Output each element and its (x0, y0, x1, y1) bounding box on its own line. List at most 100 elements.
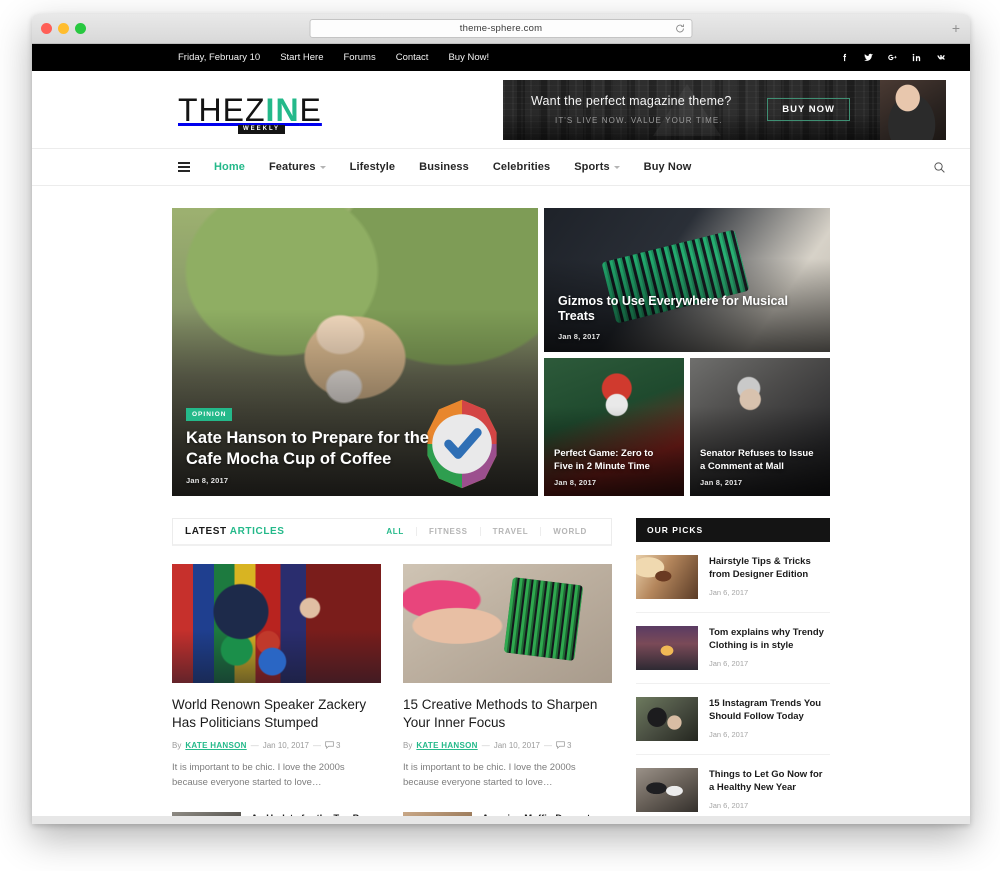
topbar-link-buy-now[interactable]: Buy Now! (448, 52, 489, 63)
nav-item-sports-label: Sports (574, 161, 610, 173)
hero-wide-title: Gizmos to Use Everywhere for Musical Tre… (558, 293, 788, 324)
logo-text-accent: IN (265, 91, 300, 128)
banner-ad[interactable]: Want the perfect magazine theme? IT'S LI… (503, 79, 946, 140)
nav-item-lifestyle-label: Lifestyle (349, 161, 396, 173)
logo-badge: WEEKLY (237, 124, 286, 134)
window-traffic-lights[interactable] (41, 23, 86, 34)
hero-wide-article[interactable]: Gizmos to Use Everywhere for Musical Tre… (544, 208, 830, 352)
sidebar-pick-thumb-3 (636, 697, 698, 741)
topbar-link-contact[interactable]: Contact (396, 52, 429, 63)
hero-featured-article[interactable]: OPINION Kate Hanson to Prepare for the C… (172, 208, 538, 496)
article-card-image-overlay (503, 576, 583, 661)
filter-world[interactable]: WORLD (540, 527, 599, 536)
minimize-window-button[interactable] (58, 23, 69, 34)
sidebar: OUR PICKS Hairstyle Tips & Tricks from D… (636, 518, 830, 824)
hero-featured-category-badge: OPINION (186, 408, 233, 422)
hero-featured-title: Kate Hanson to Prepare for the Cafe Moch… (186, 429, 429, 468)
hero-small-tiles: Perfect Game: Zero to Five in 2 Minute T… (544, 358, 830, 496)
hero-small-title-2: Senator Refuses to Issue a Comment at Ma… (700, 448, 814, 472)
category-filters[interactable]: ALL FITNESS TRAVEL WORLD (374, 527, 599, 536)
filter-all[interactable]: ALL (374, 527, 416, 536)
hero-small-article-2[interactable]: Senator Refuses to Issue a Comment at Ma… (690, 358, 830, 496)
banner-headline: Want the perfect magazine theme? (531, 93, 732, 108)
banner-model-photo (880, 79, 946, 140)
close-window-button[interactable] (41, 23, 52, 34)
address-bar-url: theme-sphere.com (459, 23, 543, 34)
logo-text-part3: E (299, 91, 322, 128)
article-card-comments-1[interactable]: 3 (325, 741, 340, 750)
article-card-title-2: 15 Creative Methods to Sharpen Your Inne… (403, 697, 598, 730)
hero-small-date-2: Jan 8, 2017 (700, 478, 743, 487)
nav-item-features[interactable]: Features (269, 161, 326, 173)
nav-item-celebrities[interactable]: Celebrities (493, 161, 550, 173)
article-card-comment-count-2: 3 (566, 740, 572, 750)
sidebar-pick-4[interactable]: Things to Let Go Now for a Healthy New Y… (636, 755, 830, 824)
latest-articles-header: LATEST ARTICLES ALL FITNESS TRAVEL WORLD (172, 518, 612, 546)
new-tab-button[interactable]: + (952, 21, 960, 35)
sidebar-pick-title-4: Things to Let Go Now for a Healthy New Y… (709, 769, 823, 794)
nav-item-home[interactable]: Home (214, 161, 245, 173)
nav-item-buy-now-label: Buy Now (643, 161, 692, 173)
article-card-list: World Renown Speaker Zackery Has Politic… (172, 564, 612, 790)
filter-fitness[interactable]: FITNESS (415, 527, 480, 536)
nav-item-lifestyle[interactable]: Lifestyle (350, 161, 396, 173)
hero-small-article-1[interactable]: Perfect Game: Zero to Five in 2 Minute T… (544, 358, 684, 496)
nav-item-features-label: Features (268, 161, 316, 173)
filter-travel[interactable]: TRAVEL (479, 527, 541, 536)
article-card-comments-2[interactable]: 3 (556, 741, 571, 750)
content-columns: LATEST ARTICLES ALL FITNESS TRAVEL WORLD (172, 518, 830, 824)
article-card-title-link-1[interactable]: World Renown Speaker Zackery Has Politic… (172, 696, 381, 732)
browser-window: theme-sphere.com + Friday, February 10 S… (32, 14, 970, 824)
page-container: OPINION Kate Hanson to Prepare for the C… (172, 186, 830, 824)
sidebar-pick-3[interactable]: 15 Instagram Trends You Should Follow To… (636, 684, 830, 755)
chevron-down-icon (613, 166, 620, 169)
topbar-link-forums[interactable]: Forums (344, 52, 376, 63)
article-card-title-1: World Renown Speaker Zackery Has Politic… (172, 697, 367, 730)
page-viewport: Friday, February 10 Start Here Forums Co… (32, 44, 970, 824)
nav-item-business-label: Business (419, 161, 469, 173)
logo-text-part1: THEZ (178, 91, 266, 128)
article-card-excerpt-2: It is important to be chic. I love the 2… (403, 761, 576, 789)
article-card-title-link-2[interactable]: 15 Creative Methods to Sharpen Your Inne… (403, 696, 612, 732)
sidebar-pick-thumb-2 (636, 626, 698, 670)
hero-slider: OPINION Kate Hanson to Prepare for the C… (172, 208, 830, 496)
latest-title-strong: LATEST (185, 526, 227, 537)
sidebar-pick-thumb-1 (636, 555, 698, 599)
sidebar-pick-body-2: Tom explains why Trendy Clothing is in s… (709, 626, 830, 668)
sidebar-pick-date-2: Jan 6, 2017 (709, 658, 749, 668)
hero-wide-body: Gizmos to Use Everywhere for Musical Tre… (544, 282, 830, 352)
article-card[interactable]: 15 Creative Methods to Sharpen Your Inne… (403, 564, 612, 790)
address-bar[interactable]: theme-sphere.com (309, 19, 693, 38)
logo-text: THEZINE (178, 94, 322, 126)
banner-buy-now-button[interactable]: BUY NOW (767, 97, 850, 121)
sidebar-pick-1[interactable]: Hairstyle Tips & Tricks from Designer Ed… (636, 542, 830, 613)
facebook-icon[interactable] (839, 52, 850, 63)
site-logo[interactable]: THEZINE WEEKLY (178, 94, 322, 134)
nav-item-buy-now[interactable]: Buy Now (644, 161, 692, 173)
article-card-image-2[interactable] (403, 564, 612, 683)
topbar-link-start-here[interactable]: Start Here (280, 52, 323, 63)
twitter-icon[interactable] (863, 52, 874, 63)
social-links[interactable] (839, 52, 946, 63)
google-plus-icon[interactable] (887, 52, 898, 63)
article-card-author-1[interactable]: KATE HANSON (185, 741, 246, 750)
linkedin-icon[interactable] (911, 52, 922, 63)
hamburger-icon[interactable] (178, 162, 190, 172)
article-card-meta-1: By KATE HANSON — Jan 10, 2017 — 3 (172, 741, 381, 750)
maximize-window-button[interactable] (75, 23, 86, 34)
nav-item-business[interactable]: Business (419, 161, 469, 173)
article-card-author-2[interactable]: KATE HANSON (416, 741, 477, 750)
site-topbar: Friday, February 10 Start Here Forums Co… (32, 44, 970, 71)
article-card-date-1: Jan 10, 2017 (262, 740, 309, 750)
latest-title-accent: ARTICLES (229, 526, 285, 537)
article-card-date-2: Jan 10, 2017 (493, 740, 540, 750)
article-card[interactable]: World Renown Speaker Zackery Has Politic… (172, 564, 381, 790)
nav-item-sports[interactable]: Sports (574, 161, 620, 173)
vk-icon[interactable] (935, 52, 946, 63)
sidebar-pick-2[interactable]: Tom explains why Trendy Clothing is in s… (636, 613, 830, 684)
hero-small-title-1: Perfect Game: Zero to Five in 2 Minute T… (554, 448, 654, 472)
browser-titlebar: theme-sphere.com + (32, 14, 970, 44)
search-icon[interactable] (933, 161, 946, 174)
reload-icon[interactable] (675, 23, 686, 34)
article-card-image-1[interactable] (172, 564, 381, 683)
